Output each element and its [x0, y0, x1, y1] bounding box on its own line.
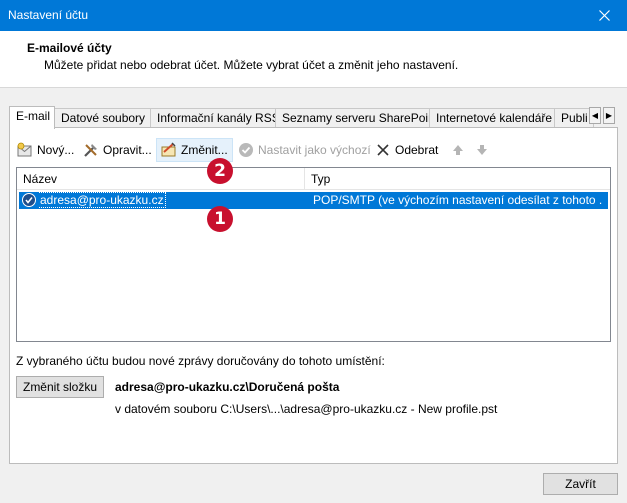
dialog-header: E-mailové účty Můžete přidat nebo odebra… — [0, 31, 627, 88]
new-mail-icon — [17, 142, 33, 158]
title-bar: Nastavení účtu — [0, 0, 627, 31]
default-account-icon — [22, 193, 36, 207]
tab-sharepoint-lists[interactable]: Seznamy serveru SharePoint — [275, 108, 430, 128]
remove-account-button[interactable]: Odebrat — [371, 138, 442, 162]
arrow-up-icon — [450, 142, 466, 158]
repair-account-button[interactable]: Opravit... — [79, 138, 156, 162]
delivery-location-label: Z vybraného účtu budou nové zprávy doruč… — [16, 354, 385, 368]
list-header: Název Typ — [17, 168, 610, 190]
tab-strip: E-mail Datové soubory Informační kanály … — [9, 106, 610, 129]
move-up-button[interactable] — [446, 138, 470, 162]
move-down-button[interactable] — [470, 138, 494, 162]
arrow-right-icon: ▶ — [605, 111, 613, 120]
delivery-folder: adresa@pro-ukazku.cz\Doručená pošta — [115, 380, 340, 394]
remove-account-label: Odebrat — [395, 143, 439, 157]
delivery-data-file: v datovém souboru C:\Users\...\adresa@pr… — [115, 402, 498, 416]
new-account-label: Nový... — [37, 143, 75, 157]
account-name-cell: adresa@pro-ukazku.cz — [39, 192, 309, 209]
header-title: E-mailové účty — [27, 41, 112, 55]
tab-rss-feeds[interactable]: Informační kanály RSS — [150, 108, 276, 128]
account-list[interactable]: Název Typ adresa@pro-ukazku.cz POP/SMTP … — [16, 167, 611, 342]
change-settings-icon — [161, 142, 177, 158]
step-badge-2: 2 — [207, 158, 233, 184]
close-window-button[interactable] — [581, 0, 627, 31]
repair-account-label: Opravit... — [103, 143, 152, 157]
tab-email[interactable]: E-mail — [9, 106, 55, 129]
tab-internet-calendars[interactable]: Internetové kalendáře — [429, 108, 555, 128]
tab-scroll-left-button[interactable]: ◀ — [589, 107, 601, 124]
account-type-cell: POP/SMTP (ve výchozím nastavení odesílat… — [313, 193, 603, 207]
tab-scroll-right-button[interactable]: ▶ — [603, 107, 615, 124]
tab-data-files[interactable]: Datové soubory — [54, 108, 151, 128]
change-account-label: Změnit... — [181, 143, 228, 157]
default-check-icon — [238, 142, 254, 158]
tools-icon — [83, 142, 99, 158]
change-folder-button[interactable]: Změnit složku — [16, 376, 104, 398]
close-button[interactable]: Zavřít — [543, 473, 618, 495]
column-header-name[interactable]: Název — [17, 168, 305, 190]
account-name: adresa@pro-ukazku.cz — [39, 192, 166, 208]
step-badge-1: 1 — [207, 206, 233, 232]
close-icon — [598, 10, 610, 21]
arrow-left-icon: ◀ — [591, 111, 599, 120]
remove-x-icon — [375, 142, 391, 158]
header-description: Můžete přidat nebo odebrat účet. Můžete … — [44, 58, 459, 72]
window-title: Nastavení účtu — [8, 8, 89, 22]
new-account-button[interactable]: Nový... — [13, 138, 78, 162]
column-header-type[interactable]: Typ — [305, 168, 610, 190]
set-default-button[interactable]: Nastavit jako výchozí — [234, 138, 375, 162]
tab-published-calendars[interactable]: Publi — [554, 108, 594, 128]
account-toolbar: Nový... Opravit... Změnit... Nastavit ja… — [9, 138, 609, 164]
set-default-label: Nastavit jako výchozí — [258, 143, 371, 157]
arrow-down-icon — [474, 142, 490, 158]
account-row[interactable]: adresa@pro-ukazku.cz POP/SMTP (ve výchoz… — [19, 192, 608, 209]
